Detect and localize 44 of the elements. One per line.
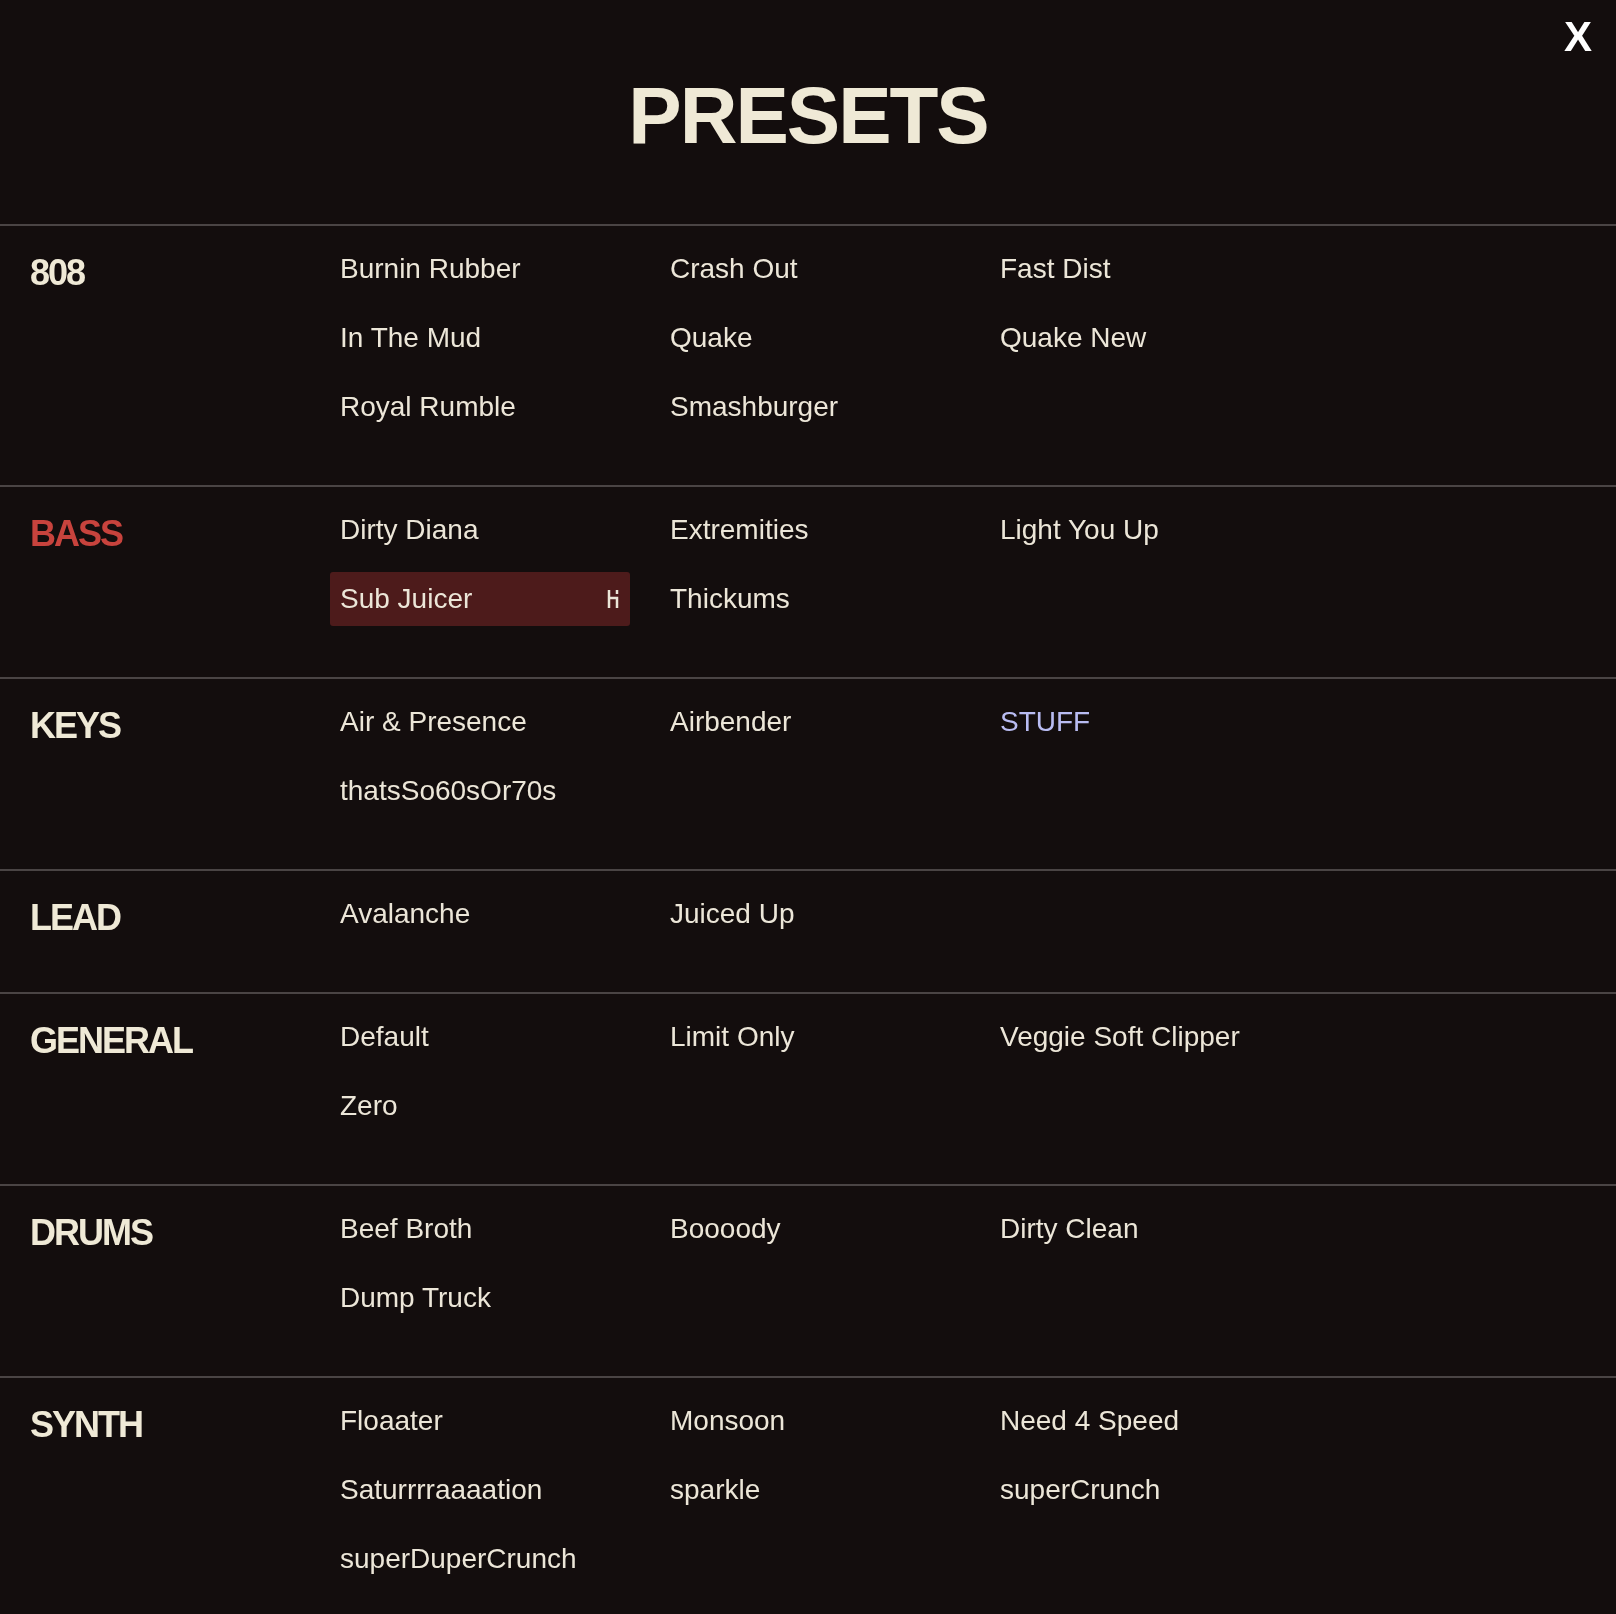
preset-item[interactable]: In The Mud — [330, 310, 630, 365]
preset-item[interactable]: sparkle — [660, 1462, 960, 1517]
preset-item[interactable]: Sub Juicer — [330, 571, 630, 626]
preset-item[interactable]: Saturrrraaaation — [330, 1462, 630, 1517]
preset-item[interactable]: Air & Presence — [330, 694, 630, 749]
preset-item[interactable]: Airbender — [660, 694, 960, 749]
category-heading: GENERAL — [30, 1020, 192, 1061]
preset-item[interactable]: Limit Only — [660, 1009, 960, 1064]
preset-item[interactable]: Dump Truck — [330, 1270, 630, 1325]
preset-item[interactable]: Thickums — [660, 571, 960, 626]
preset-item[interactable]: Avalanche — [330, 886, 630, 941]
preset-item[interactable]: Smashburger — [660, 379, 960, 434]
category-heading: BASS — [30, 513, 123, 554]
close-button[interactable]: X — [1556, 16, 1600, 58]
preset-item[interactable]: Burnin Rubber — [330, 241, 630, 296]
preset-item[interactable]: Dirty Clean — [990, 1201, 1290, 1256]
plugin-logo-icon — [606, 587, 620, 610]
category-heading: DRUMS — [30, 1212, 152, 1253]
presets-title: PRESETS — [628, 70, 988, 162]
preset-item[interactable]: superCrunch — [990, 1462, 1290, 1517]
preset-item[interactable]: Royal Rumble — [330, 379, 630, 434]
preset-item[interactable]: Quake — [660, 310, 960, 365]
category-heading: 808 — [30, 252, 85, 293]
preset-item[interactable]: Dirty Diana — [330, 502, 630, 557]
preset-item[interactable]: Monsoon — [660, 1393, 960, 1448]
preset-item[interactable]: Juiced Up — [660, 886, 960, 941]
preset-item[interactable]: Light You Up — [990, 502, 1290, 557]
category-heading: SYNTH — [30, 1404, 142, 1445]
preset-item[interactable]: Extremities — [660, 502, 960, 557]
preset-item[interactable]: Veggie Soft Clipper — [990, 1009, 1290, 1064]
preset-item[interactable]: Fast Dist — [990, 241, 1290, 296]
preset-item[interactable]: Quake New — [990, 310, 1290, 365]
preset-item[interactable]: STUFF — [990, 694, 1290, 749]
preset-item[interactable]: superDuperCrunch — [330, 1531, 630, 1586]
preset-item[interactable]: Crash Out — [660, 241, 960, 296]
preset-item[interactable]: Floaater — [330, 1393, 630, 1448]
preset-item[interactable]: thatsSo60sOr70s — [330, 763, 630, 818]
category-heading: LEAD — [30, 897, 120, 938]
preset-item[interactable]: Default — [330, 1009, 630, 1064]
category-heading: KEYS — [30, 705, 121, 746]
preset-item[interactable]: Boooody — [660, 1201, 960, 1256]
preset-item[interactable]: Zero — [330, 1078, 630, 1133]
preset-item[interactable]: Beef Broth — [330, 1201, 630, 1256]
preset-item[interactable]: Need 4 Speed — [990, 1393, 1290, 1448]
